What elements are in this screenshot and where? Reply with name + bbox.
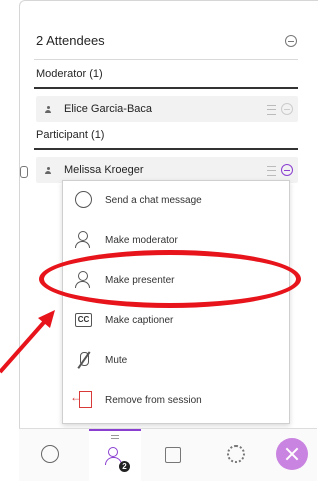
list-icon bbox=[267, 105, 276, 115]
list-icon bbox=[267, 166, 276, 176]
attendees-header-title: 2 Attendees bbox=[36, 33, 105, 48]
moderator-section-rule bbox=[34, 87, 298, 89]
attendee-row-moderator[interactable]: Elice Garcia-Baca bbox=[36, 96, 298, 122]
attendee-name: Elice Garcia-Baca bbox=[64, 103, 153, 115]
moderator-section-label: Moderator (1) bbox=[36, 68, 103, 80]
more-options-icon[interactable] bbox=[281, 164, 293, 176]
menu-item-mute[interactable]: Mute bbox=[63, 341, 289, 381]
attendee-name: Melissa Kroeger bbox=[64, 164, 144, 176]
closed-caption-icon: CC bbox=[75, 313, 92, 327]
mic-off-icon bbox=[75, 351, 93, 369]
menu-item-remove-from-session[interactable]: Remove from session bbox=[63, 381, 289, 421]
menu-item-label: Make moderator bbox=[105, 235, 178, 246]
person-icon bbox=[45, 106, 51, 113]
header-divider bbox=[34, 59, 298, 60]
drag-handle-icon bbox=[111, 435, 119, 439]
tab-attendees[interactable]: 2 bbox=[89, 429, 141, 483]
collapse-icon[interactable] bbox=[285, 35, 297, 47]
more-options-icon[interactable] bbox=[281, 103, 293, 115]
menu-item-send-chat[interactable]: Send a chat message bbox=[63, 181, 289, 221]
menu-item-label: Send a chat message bbox=[105, 195, 202, 206]
tab-chat[interactable] bbox=[25, 429, 77, 481]
highlight-annotation-oval bbox=[39, 250, 301, 308]
chat-icon bbox=[41, 445, 59, 463]
participant-section-label: Participant (1) bbox=[36, 129, 105, 141]
menu-item-label: Remove from session bbox=[105, 395, 202, 406]
microphone-icon bbox=[20, 166, 28, 178]
tab-share-content[interactable] bbox=[149, 429, 201, 481]
menu-item-label: Make captioner bbox=[105, 315, 174, 326]
exit-icon bbox=[70, 390, 92, 408]
user-star-icon bbox=[75, 231, 93, 249]
gear-icon bbox=[227, 445, 245, 463]
bottom-tab-bar: 2 bbox=[19, 428, 317, 483]
tab-settings[interactable] bbox=[211, 429, 263, 481]
participant-section-rule bbox=[34, 148, 298, 150]
close-panel-button[interactable] bbox=[276, 438, 308, 470]
share-icon bbox=[165, 447, 181, 463]
menu-item-label: Mute bbox=[105, 355, 128, 366]
attendee-count-badge: 2 bbox=[119, 461, 130, 472]
chat-bubble-icon bbox=[75, 191, 92, 208]
person-icon bbox=[45, 167, 51, 174]
